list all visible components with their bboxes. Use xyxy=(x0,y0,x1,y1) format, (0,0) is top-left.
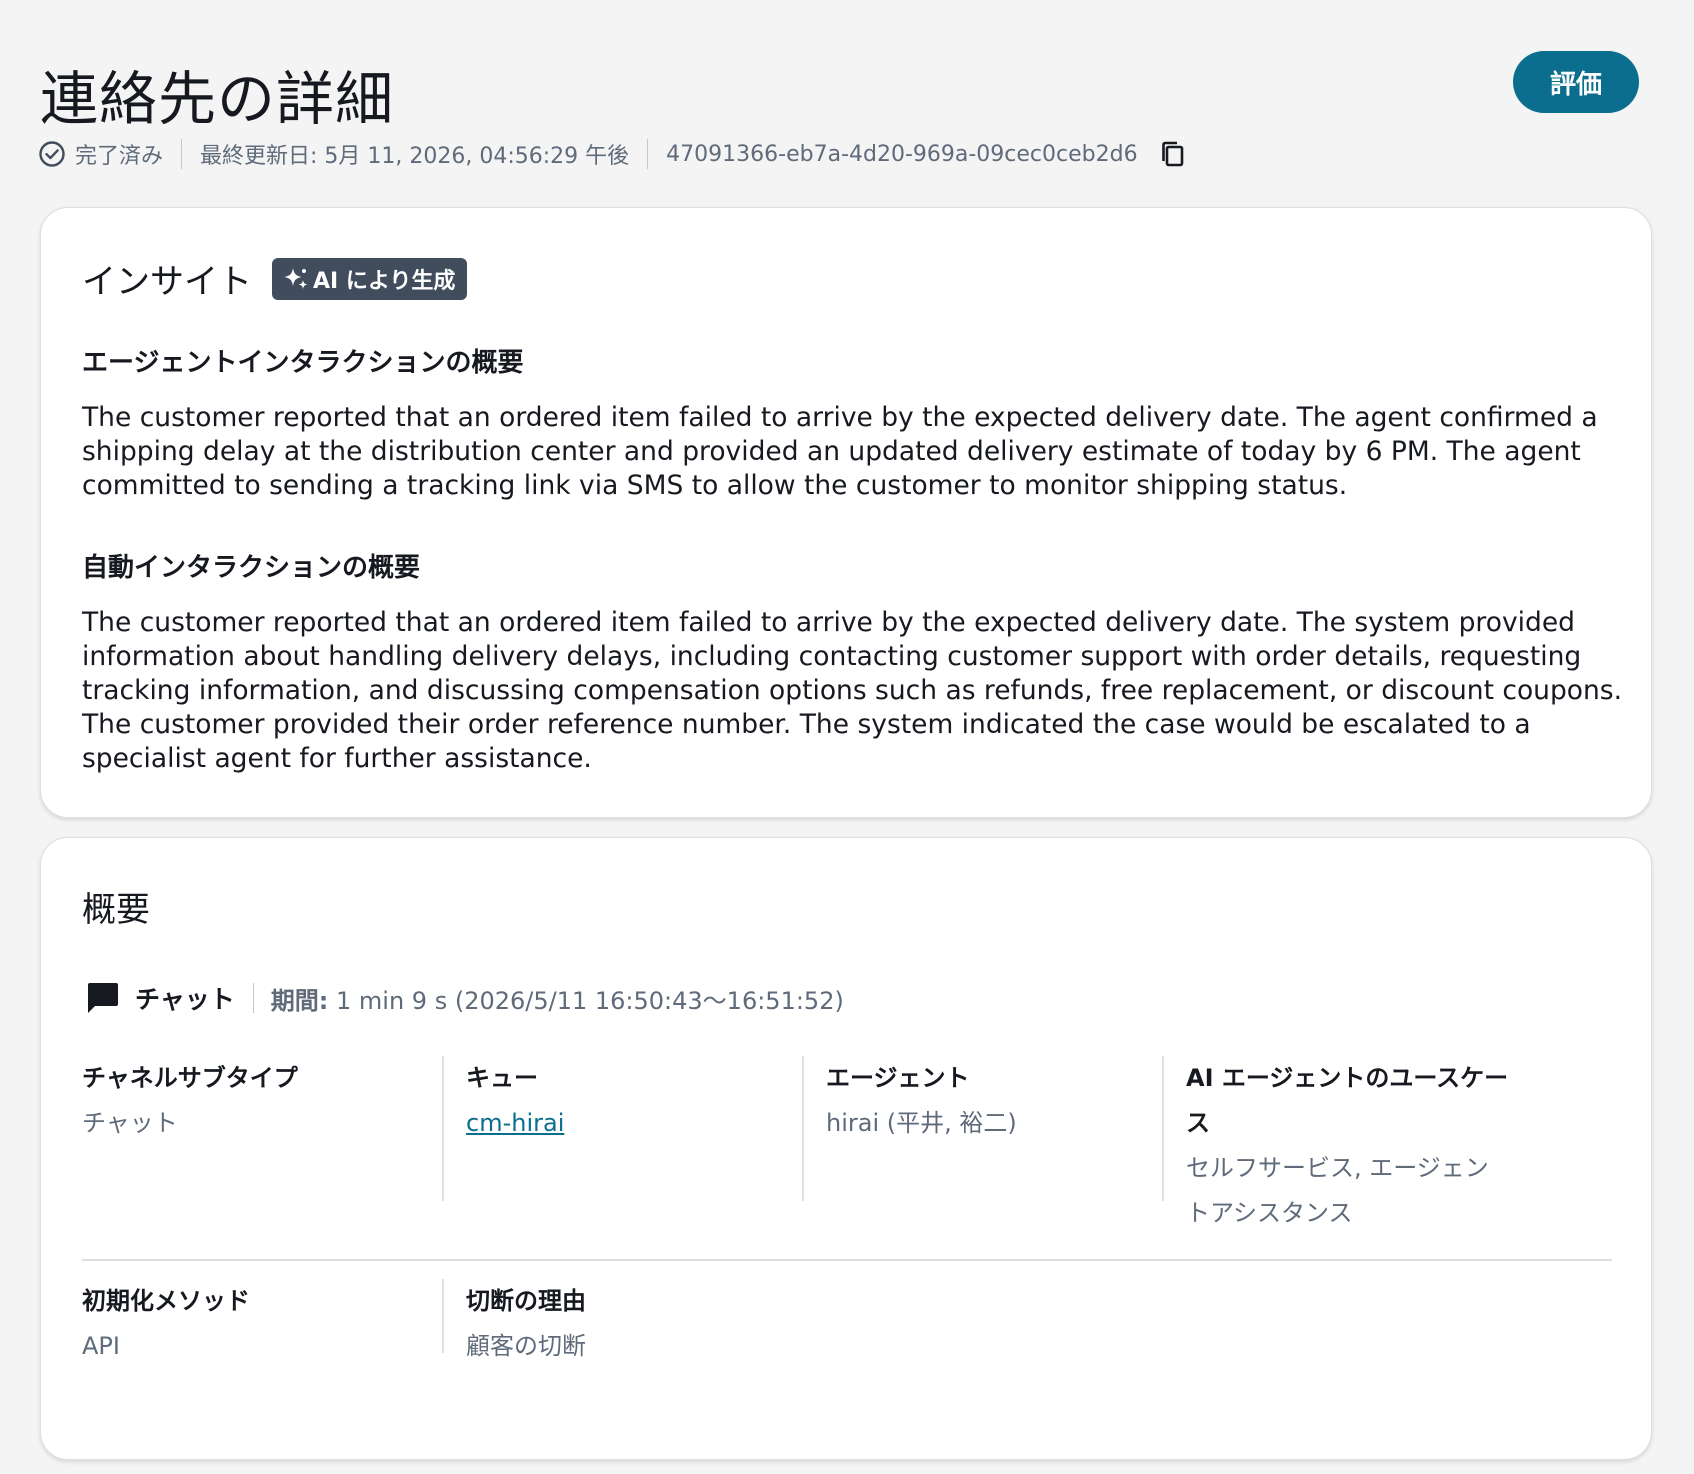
field-label: チャネルサブタイプ xyxy=(82,1064,298,1092)
auto-interaction-heading: 自動インタラクションの概要 xyxy=(82,553,421,583)
field-init-method: 初期化メソッド API xyxy=(82,1279,442,1360)
field-queue: キュー cm-hirai xyxy=(442,1056,802,1201)
field-label: 初期化メソッド xyxy=(82,1287,250,1315)
agent-interaction-heading: エージェントインタラクションの概要 xyxy=(82,348,524,378)
insight-card: インサイト AI により生成 エージェントインタラクションの概要 The cus… xyxy=(40,207,1652,818)
insight-title: インサイト xyxy=(82,262,252,302)
summary-title: 概要 xyxy=(82,890,150,930)
summary-fields-row-2: 初期化メソッド API 切断の理由 顧客の切断 xyxy=(82,1279,1612,1360)
copy-icon[interactable] xyxy=(1158,139,1188,169)
page-title: 連絡先の詳細 xyxy=(40,65,395,133)
field-label: キュー xyxy=(466,1064,538,1092)
check-circle-icon xyxy=(39,141,65,167)
separator xyxy=(181,139,183,169)
field-ai-usecase: AI エージェントのユースケース セルフサービス, エージェントアシスタンス xyxy=(1162,1056,1532,1227)
chat-bubble-icon xyxy=(88,983,118,1013)
agent-interaction-summary: The customer reported that an ordered it… xyxy=(82,402,1598,501)
ai-badge-label: AI により生成 xyxy=(313,268,456,294)
queue-link[interactable]: cm-hirai xyxy=(466,1109,564,1137)
ai-generated-badge: AI により生成 xyxy=(272,257,468,300)
field-value: 顧客の切断 xyxy=(466,1332,586,1360)
field-value: セルフサービス, エージェントアシスタンス xyxy=(1186,1154,1489,1227)
field-value: API xyxy=(82,1332,120,1360)
channel-label: チャット xyxy=(135,985,235,1014)
field-channel-subtype: チャネルサブタイプ チャット xyxy=(82,1056,442,1201)
field-label: 切断の理由 xyxy=(466,1287,586,1315)
field-disconnect-reason: 切断の理由 顧客の切断 xyxy=(442,1279,802,1360)
contact-id: 47091366-eb7a-4d20-969a-09cec0ceb2d6 xyxy=(666,141,1138,167)
auto-interaction-summary: The customer reported that an ordered it… xyxy=(82,607,1623,774)
row-divider xyxy=(82,1259,1612,1261)
field-agent: エージェント hirai (平井, 裕二) xyxy=(802,1056,1162,1201)
summary-card: 概要 チャット 期間: 1 min 9 s (2026/5/11 16:50:4… xyxy=(40,837,1652,1460)
duration: 期間: 1 min 9 s (2026/5/11 16:50:43〜16:51:… xyxy=(271,981,844,1016)
channel-row: チャット 期間: 1 min 9 s (2026/5/11 16:50:43〜1… xyxy=(85,978,844,1018)
field-label: AI エージェントのユースケース xyxy=(1186,1064,1509,1137)
contact-meta: 完了済み 最終更新日: 5月 11, 2026, 04:56:29 午後 470… xyxy=(38,137,1188,171)
contact-details-page: 連絡先の詳細 評価 完了済み 最終更新日: 5月 11, 2026, 04:56… xyxy=(0,0,1694,1474)
separator xyxy=(647,139,649,169)
field-value: hirai (平井, 裕二) xyxy=(826,1109,1017,1137)
separator xyxy=(252,983,254,1013)
field-value: チャット xyxy=(82,1109,178,1137)
duration-label: 期間: xyxy=(270,986,329,1015)
insight-header: インサイト AI により生成 xyxy=(82,254,468,303)
field-label: エージェント xyxy=(826,1064,970,1092)
status-text: 完了済み xyxy=(75,144,164,169)
summary-fields-row-1: チャネルサブタイプ チャット キュー cm-hirai エージェント hirai… xyxy=(82,1056,1612,1227)
duration-value: 1 min 9 s (2026/5/11 16:50:43〜16:51:52) xyxy=(336,986,844,1015)
summary-header: 概要 xyxy=(82,882,150,931)
evaluate-button[interactable]: 評価 xyxy=(1513,51,1639,113)
last-updated: 最終更新日: 5月 11, 2026, 04:56:29 午後 xyxy=(200,144,630,169)
sparkle-icon xyxy=(284,267,308,289)
